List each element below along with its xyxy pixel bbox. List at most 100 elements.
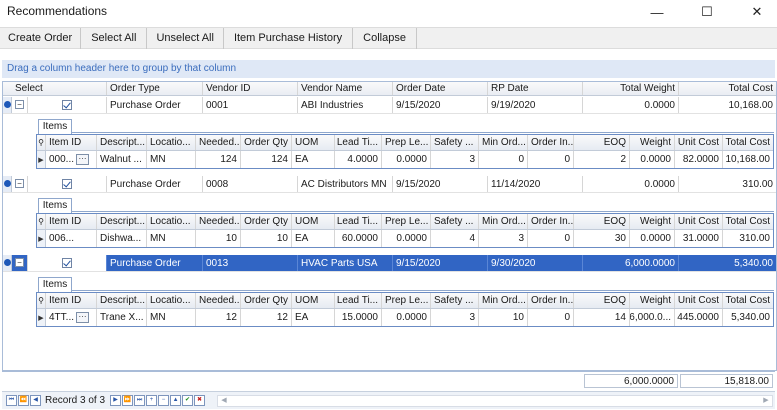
order-qty-cell[interactable]: 10 <box>241 230 292 247</box>
col-min-order[interactable]: Min Ord... <box>479 214 528 229</box>
col-safety[interactable]: Safety ... <box>431 214 479 229</box>
col-prep-lead[interactable]: Prep Le... <box>382 214 431 229</box>
item-lookup-button[interactable]: ··· <box>76 154 90 165</box>
col-unit-cost[interactable]: Unit Cost <box>675 293 723 308</box>
col-weight[interactable]: Weight <box>630 135 675 150</box>
col-location[interactable]: Locatio... <box>147 293 196 308</box>
col-lead-time[interactable]: Lead Ti... <box>335 214 382 229</box>
select-checkbox[interactable] <box>62 100 72 110</box>
col-uom[interactable]: UOM <box>292 214 335 229</box>
close-button[interactable]: ✕ <box>737 0 777 24</box>
col-item-total-cost[interactable]: Total Cost <box>723 293 773 308</box>
col-unit-cost[interactable]: Unit Cost <box>675 135 723 150</box>
col-order-inc[interactable]: Order In... <box>528 293 574 308</box>
col-location[interactable]: Locatio... <box>147 214 196 229</box>
col-vendor-id[interactable]: Vendor ID <box>203 82 298 95</box>
filter-icon[interactable]: ⚲ <box>37 214 46 229</box>
col-vendor-name[interactable]: Vendor Name <box>298 82 393 95</box>
item-row[interactable]: ▶ 000... ··· Walnut ... MN 124 124 EA 4.0… <box>37 151 773 168</box>
order-row[interactable]: − Purchase Order 0001 ABI Industries 9/1… <box>3 97 776 114</box>
col-eoq[interactable]: EOQ <box>574 214 630 229</box>
items-tab[interactable]: Items <box>38 277 72 292</box>
col-location[interactable]: Locatio... <box>147 135 196 150</box>
col-description[interactable]: Descript... <box>97 214 147 229</box>
col-uom[interactable]: UOM <box>292 135 335 150</box>
col-lead-time[interactable]: Lead Ti... <box>335 135 382 150</box>
group-by-panel[interactable]: Drag a column header here to group by th… <box>2 60 775 78</box>
col-eoq[interactable]: EOQ <box>574 135 630 150</box>
col-eoq[interactable]: EOQ <box>574 293 630 308</box>
col-total-weight[interactable]: Total Weight <box>583 82 679 95</box>
item-lookup-button[interactable]: ··· <box>76 312 90 323</box>
col-uom[interactable]: UOM <box>292 293 335 308</box>
add-record-icon[interactable]: + <box>146 395 158 406</box>
post-edit-icon[interactable]: ✔ <box>182 395 194 406</box>
scroll-left-icon[interactable]: ◀ <box>218 396 230 406</box>
select-checkbox[interactable] <box>62 179 72 189</box>
col-item-id[interactable]: Item ID <box>46 135 97 150</box>
col-order-type[interactable]: Order Type <box>107 82 203 95</box>
item-row[interactable]: ▶ 4TT... ··· Trane X... MN 12 12 EA 15.00… <box>37 309 773 326</box>
collapse-row-icon[interactable]: − <box>15 258 24 267</box>
col-safety[interactable]: Safety ... <box>431 293 479 308</box>
minimize-button[interactable]: — <box>637 0 677 24</box>
vendor-id-cell: 0008 <box>203 176 298 192</box>
next-page-icon[interactable]: ⏩ <box>122 395 134 406</box>
col-order-qty[interactable]: Order Qty <box>241 214 292 229</box>
prev-record-icon[interactable]: ◀ <box>30 395 41 406</box>
items-tab[interactable]: Items <box>38 119 72 134</box>
item-purchase-history-button[interactable]: Item Purchase History <box>224 28 354 49</box>
collapse-row-icon[interactable]: − <box>15 179 24 188</box>
col-min-order[interactable]: Min Ord... <box>479 135 528 150</box>
horizontal-scrollbar[interactable]: ◀ ▶ <box>217 395 773 407</box>
col-needed[interactable]: Needed... <box>196 214 241 229</box>
col-prep-lead[interactable]: Prep Le... <box>382 293 431 308</box>
collapse-button[interactable]: Collapse <box>353 28 417 49</box>
collapse-row-icon[interactable]: − <box>15 100 24 109</box>
col-prep-lead[interactable]: Prep Le... <box>382 135 431 150</box>
col-order-inc[interactable]: Order In... <box>528 214 574 229</box>
unselect-all-button[interactable]: Unselect All <box>147 28 224 49</box>
col-unit-cost[interactable]: Unit Cost <box>675 214 723 229</box>
col-safety[interactable]: Safety ... <box>431 135 479 150</box>
col-weight[interactable]: Weight <box>630 293 675 308</box>
delete-record-icon[interactable]: − <box>158 395 170 406</box>
col-total-cost[interactable]: Total Cost <box>679 82 776 95</box>
filter-icon[interactable]: ⚲ <box>37 293 46 308</box>
col-weight[interactable]: Weight <box>630 214 675 229</box>
next-record-icon[interactable]: ▶ <box>110 395 122 406</box>
edit-record-icon[interactable]: ▲ <box>170 395 182 406</box>
prev-page-icon[interactable]: ⏪ <box>18 395 29 406</box>
col-order-date[interactable]: Order Date <box>393 82 488 95</box>
col-rp-date[interactable]: RP Date <box>488 82 583 95</box>
col-description[interactable]: Descript... <box>97 135 147 150</box>
col-lead-time[interactable]: Lead Ti... <box>335 293 382 308</box>
col-min-order[interactable]: Min Ord... <box>479 293 528 308</box>
col-needed[interactable]: Needed... <box>196 293 241 308</box>
item-row[interactable]: ▶ 006... Dishwa... MN 10 10 EA 60.0000 0… <box>37 230 773 247</box>
col-description[interactable]: Descript... <box>97 293 147 308</box>
order-row-selected[interactable]: − Purchase Order 0013 HVAC Parts USA 9/1… <box>3 255 776 272</box>
col-order-inc[interactable]: Order In... <box>528 135 574 150</box>
order-qty-cell[interactable]: 124 <box>241 151 292 168</box>
last-record-icon[interactable]: ⏭ <box>134 395 146 406</box>
order-row[interactable]: − Purchase Order 0008 AC Distributors MN… <box>3 176 776 193</box>
create-order-button[interactable]: Create Order <box>0 28 82 49</box>
maximize-button[interactable]: ☐ <box>687 0 727 24</box>
col-item-id[interactable]: Item ID <box>46 293 97 308</box>
select-all-button[interactable]: Select All <box>81 28 148 49</box>
select-checkbox[interactable] <box>62 258 72 268</box>
order-qty-cell[interactable]: 12 <box>241 309 292 326</box>
col-order-qty[interactable]: Order Qty <box>241 293 292 308</box>
first-record-icon[interactable]: ⏮ <box>6 395 17 406</box>
scroll-right-icon[interactable]: ▶ <box>760 396 772 406</box>
col-item-total-cost[interactable]: Total Cost <box>723 214 773 229</box>
col-item-id[interactable]: Item ID <box>46 214 97 229</box>
col-needed[interactable]: Needed... <box>196 135 241 150</box>
col-item-total-cost[interactable]: Total Cost <box>723 135 773 150</box>
col-order-qty[interactable]: Order Qty <box>241 135 292 150</box>
filter-icon[interactable]: ⚲ <box>37 135 46 150</box>
col-select[interactable]: Select <box>3 82 107 95</box>
items-tab[interactable]: Items <box>38 198 72 213</box>
cancel-edit-icon[interactable]: ✖ <box>194 395 206 406</box>
